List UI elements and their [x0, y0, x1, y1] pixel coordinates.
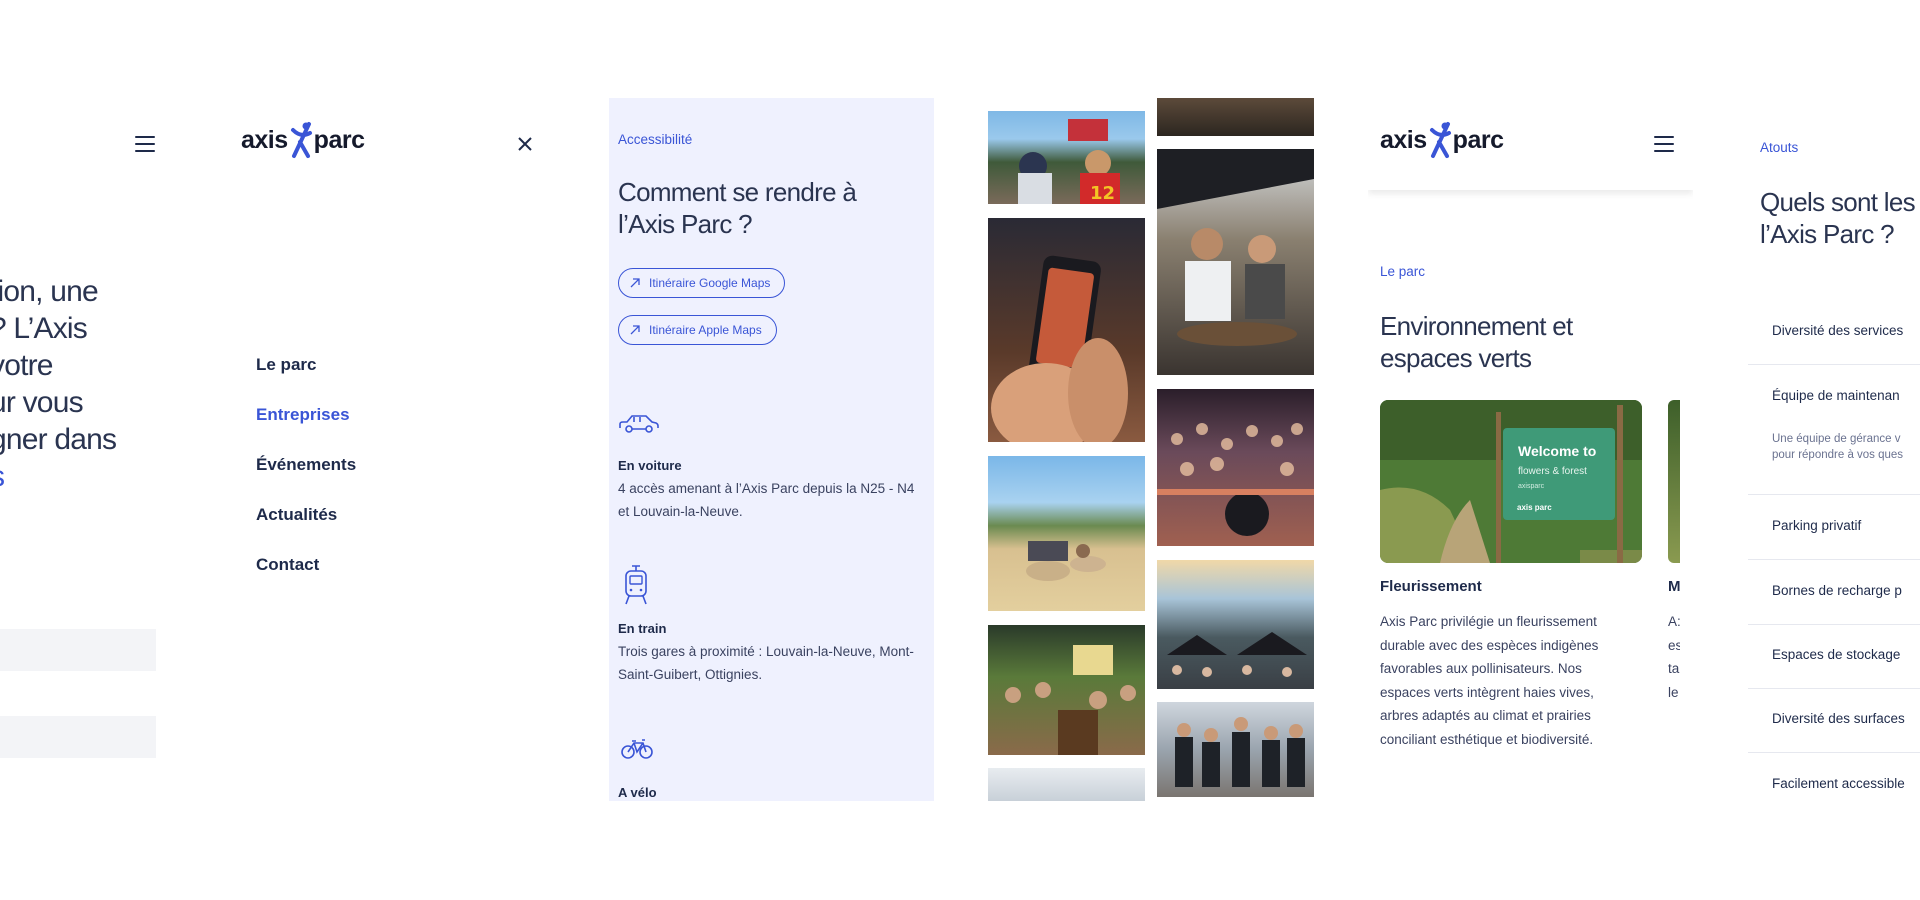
form-field[interactable]	[0, 629, 156, 671]
panel-atouts: Atouts Quels sont les l’Axis Parc ? Dive…	[1748, 98, 1920, 801]
logo-text-right: parc	[1452, 125, 1504, 154]
logo-figure-icon	[289, 120, 313, 160]
card2-title: M	[1668, 578, 1680, 595]
hero-link-fragment[interactable]: s	[0, 460, 5, 493]
hamburger-menu-icon[interactable]	[1654, 136, 1674, 152]
section-eyebrow: Atouts	[1760, 140, 1799, 155]
panel-menu-open: axis parc Le parc Entreprises Événements…	[230, 98, 550, 801]
section-eyebrow: Accessibilité	[618, 132, 693, 147]
accordion-item[interactable]: Diversité des surfaces	[1748, 688, 1920, 753]
accordion-item[interactable]: Diversité des services	[1748, 300, 1920, 365]
panel-le-parc: axis parc Le parc Environnement et espac…	[1368, 98, 1693, 801]
card-title: Fleurissement	[1380, 578, 1482, 595]
car-text: 4 accès amenant à l’Axis Parc depuis la …	[618, 481, 915, 519]
card2-text: A: es ta le	[1668, 610, 1680, 704]
bike-icon	[621, 738, 653, 765]
card2-text-line: le	[1668, 684, 1679, 700]
accordion-item[interactable]: Espaces de stockage	[1748, 624, 1920, 689]
sign-line-2: flowers & forest	[1518, 466, 1587, 477]
accordion-item-description: Une équipe de gérance v pour répondre à …	[1772, 433, 1904, 461]
car-icon	[618, 413, 660, 440]
site-header: axis parc	[1368, 98, 1693, 190]
gallery-photo[interactable]	[988, 625, 1145, 755]
gallery-photo[interactable]	[1157, 389, 1314, 546]
nav-item-actualites[interactable]: Actualités	[256, 505, 337, 525]
gallery-photo[interactable]	[988, 768, 1145, 801]
next-card-image[interactable]	[1668, 400, 1680, 563]
gallery-photo[interactable]	[1157, 149, 1314, 375]
apple-maps-button-label: Itinéraire Apple Maps	[649, 323, 762, 337]
nav-item-contact[interactable]: Contact	[256, 555, 319, 575]
gallery-photo[interactable]	[988, 456, 1145, 611]
axis-parc-logo[interactable]: axis parc	[1380, 120, 1504, 160]
logo-figure-icon	[1428, 120, 1452, 160]
section-eyebrow: Le parc	[1380, 264, 1426, 279]
nav-item-evenements[interactable]: Événements	[256, 455, 356, 475]
car-title: En voiture	[618, 458, 682, 473]
accordion-item-label: Espaces de stockage	[1772, 647, 1901, 662]
sign-line-1: Welcome to	[1518, 443, 1596, 459]
gallery-photo[interactable]	[988, 218, 1145, 442]
accordion-item[interactable]: Bornes de recharge p	[1748, 560, 1920, 625]
panel-home-partial: tion, une ? L’Axis votre ur vous gner da…	[0, 98, 160, 801]
gallery-photo[interactable]: 12	[988, 111, 1145, 204]
nav-item-entreprises[interactable]: Entreprises	[256, 405, 350, 425]
hero-text-lines: tion, une ? L’Axis votre ur vous gner da…	[0, 275, 117, 456]
train-icon	[623, 564, 649, 611]
card2-text-line: es	[1668, 637, 1680, 653]
train-title: En train	[618, 621, 667, 636]
apple-maps-button[interactable]: Itinéraire Apple Maps	[618, 315, 777, 345]
card-text: Axis Parc privilégie un fleurissement du…	[1380, 614, 1599, 747]
accordion-item[interactable]: Parking privatif	[1748, 495, 1920, 560]
gallery-photo[interactable]	[1157, 702, 1314, 797]
accordion-item-label: Facilement accessible	[1772, 776, 1905, 791]
hamburger-menu-icon[interactable]	[135, 136, 155, 152]
google-maps-button-label: Itinéraire Google Maps	[649, 276, 771, 290]
accordion-item-expanded[interactable]: Équipe de maintenan Une équipe de géranc…	[1748, 365, 1920, 495]
fleurissement-image[interactable]: Welcome to flowers & forest axisparc axi…	[1380, 400, 1642, 563]
accordion-item-label: Parking privatif	[1772, 518, 1862, 533]
arrow-up-right-icon	[630, 278, 640, 288]
photo-gallery: 12	[988, 98, 1316, 801]
sign-logo: axis parc	[1517, 503, 1552, 512]
section-title: Environnement et espaces verts	[1380, 311, 1573, 373]
accordion-item-label: Équipe de maintenan	[1772, 388, 1900, 403]
google-maps-button[interactable]: Itinéraire Google Maps	[618, 268, 786, 298]
logo-text-right: parc	[313, 125, 365, 154]
axis-parc-logo[interactable]: axis parc	[241, 120, 365, 160]
nav-item-le-parc[interactable]: Le parc	[256, 355, 316, 375]
accordion-item-label: Diversité des services	[1772, 323, 1904, 338]
form-field[interactable]	[0, 716, 156, 758]
gallery-photo[interactable]	[1157, 560, 1314, 689]
card2-text-line: ta	[1668, 661, 1680, 676]
logo-text-left: axis	[1380, 125, 1427, 154]
hero-text: tion, une ? L’Axis votre ur vous gner da…	[0, 273, 160, 495]
card2-text-line: A:	[1668, 614, 1680, 629]
gallery-photo[interactable]	[1157, 98, 1314, 136]
section-title: Comment se rendre à l’Axis Parc ?	[618, 177, 857, 239]
accordion-item-label: Diversité des surfaces	[1772, 711, 1905, 726]
accordion-item[interactable]: Facilement accessible	[1748, 753, 1920, 801]
panel-accessibility: Accessibilité Comment se rendre à l’Axis…	[609, 98, 934, 801]
close-icon[interactable]	[517, 136, 533, 152]
accordion-item-label: Bornes de recharge p	[1772, 583, 1902, 598]
arrow-up-right-icon	[630, 325, 640, 335]
svg-text:12: 12	[1090, 183, 1115, 204]
bike-title: A vélo	[618, 785, 657, 800]
train-text: Trois gares à proximité : Louvain-la-Neu…	[618, 644, 914, 682]
sign-line-3: axisparc	[1518, 483, 1545, 490]
logo-text-left: axis	[241, 125, 288, 154]
section-title: Quels sont les l’Axis Parc ?	[1760, 187, 1916, 249]
